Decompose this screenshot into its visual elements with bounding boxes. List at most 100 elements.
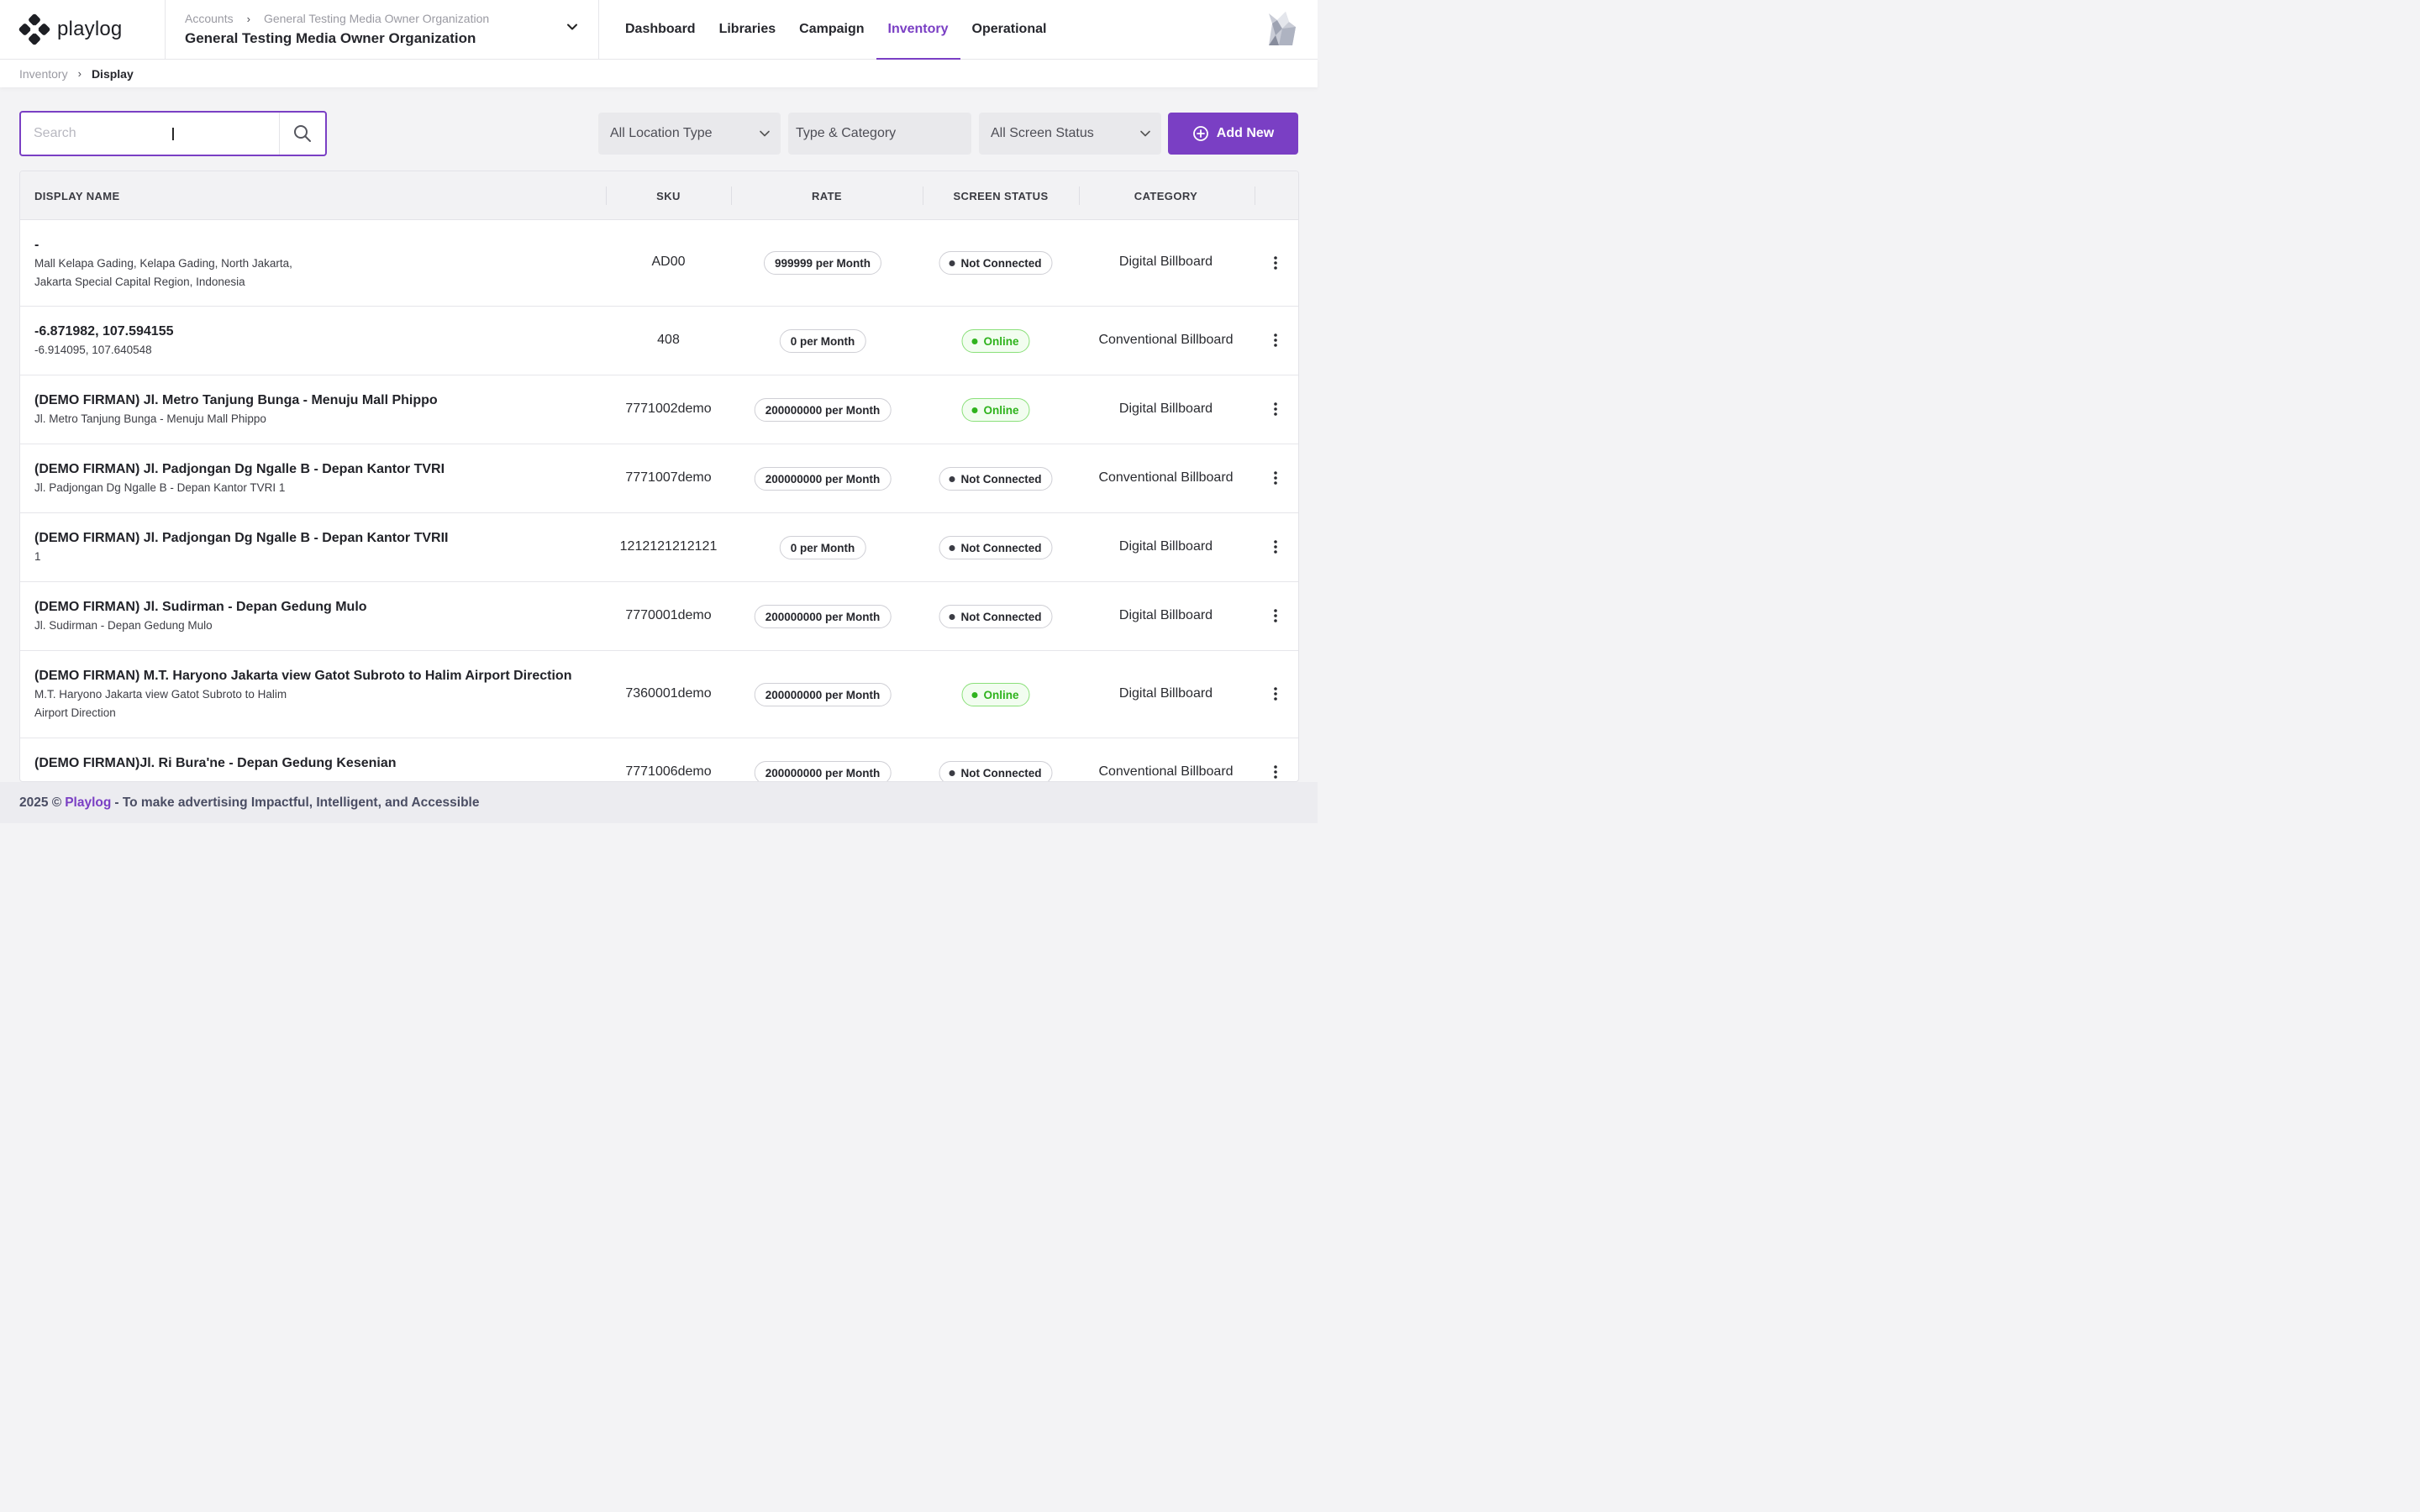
avatar[interactable] <box>1264 10 1297 47</box>
table-row[interactable]: -6.871982, 107.594155 -6.914095, 107.640… <box>20 307 1298 375</box>
add-new-button[interactable]: Add New <box>1168 113 1298 155</box>
table-row[interactable]: - Mall Kelapa Gading, Kelapa Gading, Nor… <box>20 220 1298 307</box>
category-cell: Digital Billboard <box>1118 255 1213 269</box>
playlog-logo-icon <box>18 13 50 45</box>
table-row[interactable]: (DEMO FIRMAN) Jl. Sudirman - Depan Gedun… <box>20 582 1298 651</box>
brand[interactable]: playlog <box>0 0 166 59</box>
status-label: Not Connected <box>960 256 1042 270</box>
rate-badge: 200000000 per Month <box>754 605 892 628</box>
sku-cell: 7771007demo <box>625 470 712 485</box>
category-cell: Digital Billboard <box>1118 686 1213 701</box>
status-label: Not Connected <box>960 766 1042 780</box>
brand-name: playlog <box>57 18 123 40</box>
search-input[interactable] <box>21 113 279 155</box>
status-label: Not Connected <box>960 541 1042 554</box>
more-options-icon[interactable] <box>1269 538 1282 555</box>
type-category-filter[interactable]: Type & Category <box>788 113 971 155</box>
header-category[interactable]: CATEGORY <box>1079 171 1253 220</box>
screen-status-filter[interactable]: All Screen Status <box>979 113 1161 155</box>
category-cell: Digital Billboard <box>1118 608 1213 622</box>
text-cursor-icon: I <box>171 124 176 144</box>
screen-status-value: All Screen Status <box>991 126 1094 140</box>
display-name-cell: (DEMO FIRMAN) Jl. Padjongan Dg Ngalle B … <box>34 461 445 497</box>
more-options-icon[interactable] <box>1269 764 1282 780</box>
search-button[interactable] <box>279 113 325 155</box>
main-nav: Dashboard Libraries Campaign Inventory O… <box>599 0 1059 60</box>
rate-badge: 200000000 per Month <box>754 467 892 491</box>
status-badge: Not Connected <box>939 605 1053 628</box>
rate-badge: 200000000 per Month <box>754 683 892 706</box>
table-row[interactable]: (DEMO FIRMAN) M.T. Haryono Jakarta view … <box>20 651 1298 738</box>
header-rate[interactable]: RATE <box>731 171 923 220</box>
display-name[interactable]: (DEMO FIRMAN) Jl. Sudirman - Depan Gedun… <box>34 599 367 616</box>
header-screen-status[interactable]: SCREEN STATUS <box>923 171 1079 220</box>
status-dot <box>949 544 955 551</box>
nav-dashboard[interactable]: Dashboard <box>613 0 708 59</box>
display-name[interactable]: (DEMO FIRMAN) M.T. Haryono Jakarta view … <box>34 668 571 685</box>
more-options-icon[interactable] <box>1269 607 1282 624</box>
crumb-accounts[interactable]: Accounts <box>185 12 234 25</box>
status-badge: Not Connected <box>939 467 1053 491</box>
chevron-down-icon <box>1140 130 1150 137</box>
status-dot <box>949 260 955 266</box>
display-address: M.T. Haryono Jakarta view Gatot Subroto … <box>34 688 287 701</box>
status-dot <box>949 769 955 776</box>
display-name[interactable]: - <box>34 237 292 254</box>
org-switcher[interactable]: Accounts › General Testing Media Owner O… <box>166 0 599 59</box>
crumb-organization[interactable]: General Testing Media Owner Organization <box>264 12 489 25</box>
sku-cell: AD00 <box>651 255 686 269</box>
status-dot <box>949 613 955 620</box>
status-dot <box>949 475 955 482</box>
table-row[interactable]: (DEMO FIRMAN) Jl. Padjongan Dg Ngalle B … <box>20 444 1298 513</box>
breadcrumb-inventory[interactable]: Inventory <box>19 67 68 81</box>
status-badge: Online <box>961 683 1030 706</box>
display-name-cell: (DEMO FIRMAN) Jl. Metro Tanjung Bunga - … <box>34 392 438 428</box>
display-address: 1 <box>34 550 41 563</box>
inventory-table: DISPLAY NAME SKU RATE SCREEN STATUS CATE… <box>19 171 1299 782</box>
status-dot <box>971 407 978 413</box>
display-name[interactable]: -6.871982, 107.594155 <box>34 323 173 340</box>
status-label: Online <box>983 403 1019 417</box>
more-options-icon[interactable] <box>1269 255 1282 271</box>
display-name[interactable]: (DEMO FIRMAN) Jl. Padjongan Dg Ngalle B … <box>34 530 448 547</box>
footer-brand-link[interactable]: Playlog <box>65 795 111 811</box>
display-address: Jl. Metro Tanjung Bunga - Menuju Mall Ph… <box>34 412 266 425</box>
category-cell: Conventional Billboard <box>1098 470 1234 485</box>
display-name[interactable]: (DEMO FIRMAN)Jl. Ri Bura'ne - Depan Gedu… <box>34 755 397 772</box>
display-name-cell: -6.871982, 107.594155 -6.914095, 107.640… <box>34 323 173 360</box>
status-label: Not Connected <box>960 610 1042 623</box>
table-row[interactable]: (DEMO FIRMAN)Jl. Ri Bura'ne - Depan Gedu… <box>20 738 1298 781</box>
status-dot <box>971 338 978 344</box>
more-options-icon[interactable] <box>1269 332 1282 349</box>
footer: 2025 © Playlog - To make advertising Imp… <box>0 782 1318 823</box>
rate-badge: 0 per Month <box>779 329 866 353</box>
nav-libraries[interactable]: Libraries <box>708 0 788 59</box>
breadcrumb: Inventory › Display <box>0 60 1318 87</box>
rate-badge: 999999 per Month <box>763 251 882 275</box>
header-sku[interactable]: SKU <box>606 171 731 220</box>
table-row[interactable]: (DEMO FIRMAN) Jl. Metro Tanjung Bunga - … <box>20 375 1298 444</box>
more-options-icon[interactable] <box>1269 685 1282 702</box>
header-display-name[interactable]: DISPLAY NAME <box>34 171 120 220</box>
nav-inventory[interactable]: Inventory <box>876 0 960 60</box>
display-name[interactable]: (DEMO FIRMAN) Jl. Padjongan Dg Ngalle B … <box>34 461 445 478</box>
top-navbar: playlog Accounts › General Testing Media… <box>0 0 1318 60</box>
table-row[interactable]: (DEMO FIRMAN) Jl. Padjongan Dg Ngalle B … <box>20 513 1298 582</box>
footer-copyright: 2025 © <box>19 795 62 810</box>
rate-badge: 200000000 per Month <box>754 398 892 422</box>
more-options-icon[interactable] <box>1269 401 1282 417</box>
table-header: DISPLAY NAME SKU RATE SCREEN STATUS CATE… <box>20 171 1298 220</box>
more-options-icon[interactable] <box>1269 470 1282 486</box>
sku-cell: 1212121212121 <box>619 539 718 554</box>
nav-operational[interactable]: Operational <box>960 0 1059 59</box>
display-name[interactable]: (DEMO FIRMAN) Jl. Metro Tanjung Bunga - … <box>34 392 438 409</box>
chevron-right-icon: › <box>246 12 250 25</box>
display-name-cell: (DEMO FIRMAN)Jl. Ri Bura'ne - Depan Gedu… <box>34 755 397 772</box>
org-breadcrumb: Accounts › General Testing Media Owner O… <box>185 12 598 25</box>
location-type-filter[interactable]: All Location Type <box>598 113 781 155</box>
nav-campaign[interactable]: Campaign <box>787 0 876 59</box>
display-address: -6.914095, 107.640548 <box>34 344 152 356</box>
status-dot <box>971 691 978 698</box>
sku-cell: 408 <box>657 333 680 347</box>
chevron-down-icon[interactable] <box>566 21 578 33</box>
